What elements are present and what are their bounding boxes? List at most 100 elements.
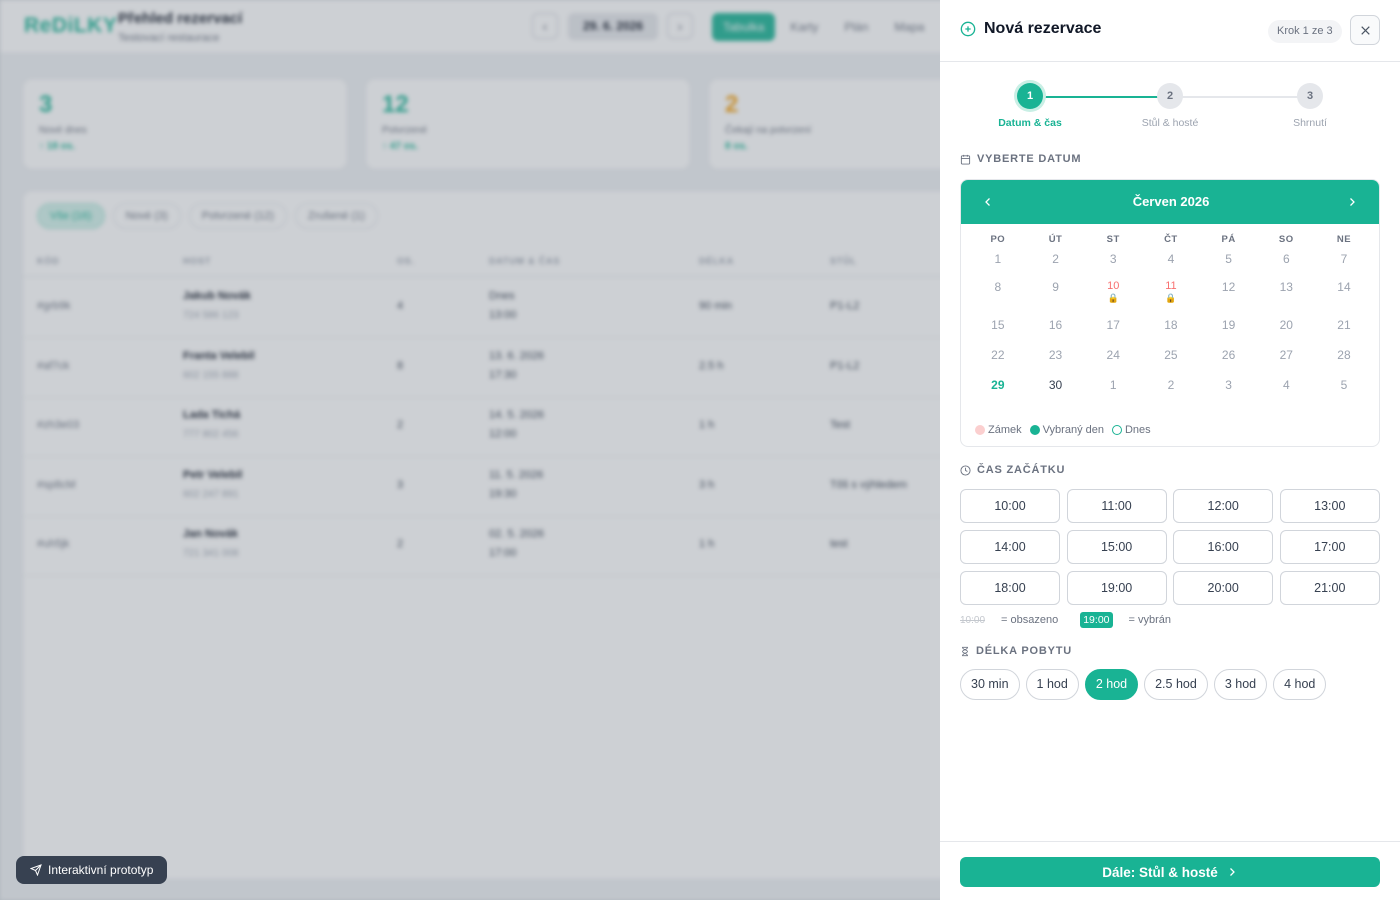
calendar-day[interactable]: 9: [1027, 280, 1085, 318]
day-number: 16: [1048, 318, 1063, 332]
day-number: 23: [1048, 348, 1063, 362]
day-number: 5: [1340, 378, 1348, 392]
calendar-day[interactable]: 24: [1084, 348, 1142, 378]
time-slot[interactable]: 18:00: [960, 571, 1060, 605]
calendar-day[interactable]: 27: [1257, 348, 1315, 378]
next-step-button[interactable]: Dále: Stůl & hosté: [960, 857, 1380, 887]
day-number: 3: [1225, 378, 1232, 392]
modal-overlay[interactable]: [0, 0, 940, 900]
time-slot[interactable]: 15:00: [1066, 530, 1167, 564]
time-slot[interactable]: 20:00: [1173, 571, 1274, 605]
duration-option[interactable]: 4 hod: [1273, 669, 1327, 700]
calendar-day[interactable]: 2: [1027, 252, 1085, 266]
prototype-badge-label: Interaktivní prototyp: [48, 863, 154, 877]
day-number: 2: [1052, 252, 1059, 266]
day-number: 12: [1221, 280, 1236, 294]
step-label: Datum & čas: [998, 117, 1062, 129]
day-number: 27: [1279, 348, 1293, 362]
calendar-day-locked[interactable]: 11 🔒: [1142, 280, 1200, 318]
calendar-day[interactable]: 18: [1142, 318, 1200, 348]
calendar-day[interactable]: 8: [969, 280, 1027, 318]
calendar-day[interactable]: 12: [1200, 280, 1258, 318]
day-number: 25: [1164, 348, 1178, 362]
time-slot-grid: 10:00 11:00 12:00 13:00 14:00 15:00 16:00 17:00…: [960, 489, 1380, 605]
calendar-day[interactable]: 17: [1084, 318, 1142, 348]
calendar-legend: Zámek Vybraný den Dnes: [975, 424, 1151, 436]
calendar-day[interactable]: 5: [1200, 252, 1258, 266]
calendar-day[interactable]: 6: [1257, 252, 1315, 266]
calendar-day[interactable]: 3: [1084, 252, 1142, 266]
close-button[interactable]: [1350, 15, 1380, 45]
time-slot[interactable]: 11:00: [1066, 489, 1167, 523]
calendar-day[interactable]: 7: [1315, 252, 1373, 266]
step-label: Shrnutí: [1293, 117, 1327, 129]
calendar-day[interactable]: 14: [1315, 280, 1373, 318]
calendar-day[interactable]: 15: [969, 318, 1027, 348]
date-calendar: Červen 2026 PO ÚT ST ČT PÁ SO NE 1 2 3 4 5 6 7 8 9 10 🔒 1…: [960, 179, 1380, 447]
send-icon: [30, 864, 42, 876]
calendar-day-locked[interactable]: 10 🔒: [1084, 280, 1142, 318]
calendar-icon: [960, 154, 971, 165]
chevron-right-icon: [1350, 198, 1355, 206]
duration-option[interactable]: 30 min: [960, 669, 1020, 700]
calendar-day-today[interactable]: 29: [969, 378, 1027, 408]
calendar-day[interactable]: 26: [1200, 348, 1258, 378]
calendar-day[interactable]: 1: [969, 252, 1027, 266]
close-icon: [1360, 25, 1370, 35]
time-slot[interactable]: 19:00: [1066, 571, 1167, 605]
time-slot[interactable]: 14:00: [960, 530, 1060, 564]
legend-today-label: Dnes: [1124, 424, 1151, 436]
calendar-day[interactable]: 22: [969, 348, 1027, 378]
calendar-day[interactable]: 23: [1027, 348, 1085, 378]
duration-option[interactable]: 2 hod: [1084, 669, 1139, 700]
day-number: 9: [1052, 280, 1059, 294]
calendar-day[interactable]: 4: [1142, 252, 1200, 266]
day-number: 22: [991, 348, 1005, 362]
prototype-badge[interactable]: Interaktivní prototyp: [16, 856, 168, 884]
calendar-week: 8 9 10 🔒 11 🔒 12 13 14: [969, 280, 1373, 318]
calendar-day[interactable]: 1: [1084, 378, 1142, 408]
time-section-label: ČAS ZAČÁTKU: [977, 464, 1066, 476]
calendar-day[interactable]: 2: [1142, 378, 1200, 408]
time-slot[interactable]: 13:00: [1279, 489, 1380, 523]
time-slot[interactable]: 17:00: [1279, 530, 1380, 564]
plus-circle-icon: [960, 21, 976, 37]
day-number: 28: [1337, 348, 1351, 362]
time-slot[interactable]: 10:00: [960, 489, 1060, 523]
step-3[interactable]: 3 Shrnutí: [1260, 83, 1360, 129]
calendar-day[interactable]: 21: [1315, 318, 1373, 348]
day-number: 19: [1221, 318, 1236, 332]
time-slot[interactable]: 12:00: [1173, 489, 1274, 523]
step-1[interactable]: 1 Datum & čas: [980, 83, 1080, 129]
lock-dot-icon: [975, 425, 985, 435]
duration-option[interactable]: 2.5 hod: [1144, 669, 1208, 700]
duration-option[interactable]: 3 hod: [1213, 669, 1268, 700]
calendar-day[interactable]: 20: [1257, 318, 1315, 348]
chevron-right-icon: [1229, 868, 1235, 876]
weekday-label: PÁ: [1221, 234, 1236, 245]
today-dot-icon: [1111, 425, 1122, 435]
calendar-day[interactable]: 28: [1315, 348, 1373, 378]
step-indicator-badge: Krok 1 ze 3: [1268, 20, 1342, 43]
time-slot[interactable]: 16:00: [1173, 530, 1274, 564]
day-number: 24: [1106, 348, 1120, 362]
weekday-label: PO: [990, 234, 1006, 245]
calendar-day[interactable]: 16: [1027, 318, 1085, 348]
calendar-day[interactable]: 5: [1315, 378, 1373, 408]
calendar-day[interactable]: 4: [1257, 378, 1315, 408]
time-slot[interactable]: 21:00: [1279, 571, 1380, 605]
day-number: 21: [1337, 318, 1351, 332]
step-number: 2: [1157, 83, 1183, 109]
date-section-label: VYBERTE DATUM: [977, 153, 1082, 165]
step-2[interactable]: 2 Stůl & hosté: [1120, 83, 1220, 129]
calendar-day[interactable]: 3: [1200, 378, 1258, 408]
calendar-week: 15 16 17 18 19 20 21: [969, 318, 1373, 348]
calendar-day[interactable]: 25: [1142, 348, 1200, 378]
duration-option[interactable]: 1 hod: [1025, 669, 1079, 700]
legend-selected-label: Vybraný den: [1042, 424, 1104, 436]
calendar-day[interactable]: 13: [1257, 280, 1315, 318]
next-month-button[interactable]: [1342, 192, 1362, 212]
calendar-day[interactable]: 19: [1200, 318, 1258, 348]
hourglass-icon: [962, 646, 968, 656]
calendar-day[interactable]: 30: [1027, 378, 1085, 408]
